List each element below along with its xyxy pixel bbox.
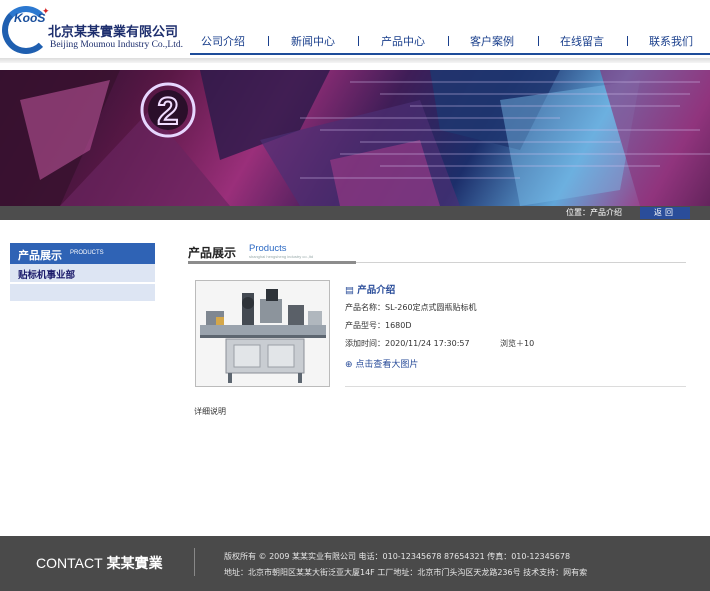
- sidebar-subtitle: PRODUCTS: [70, 250, 104, 256]
- site-header: KooS ✦ 北京某某實業有限公司 Beijing Moumou Industr…: [0, 0, 710, 63]
- sidebar-item-labeler-division[interactable]: 贴标机事业部: [10, 264, 155, 283]
- sidebar-filler: [10, 284, 155, 301]
- product-name: 产品名称：SL-260定点式圆瓶贴标机: [345, 303, 477, 312]
- footer-address: 地址：北京市朝阳区某某大街泛亚大厦14F 工厂地址：北京市门头沟区天龙路236号…: [224, 568, 588, 577]
- nav-separator: [627, 36, 628, 46]
- nav-separator: [538, 36, 539, 46]
- nav-item-contact[interactable]: 联系我们: [649, 33, 693, 49]
- footer-contact-text: CONTACT: [36, 555, 103, 571]
- product-date: 添加时间：2020/11/24 17:30:57: [345, 339, 470, 348]
- view-large-image-label: 点击查看大图片: [355, 360, 419, 370]
- site-footer: CONTACT 某某實業 版权所有 © 2009 某某实业有限公司 电话：010-…: [0, 536, 710, 591]
- sidebar-header: 产品展示 PRODUCTS: [10, 243, 155, 264]
- document-icon: ▤: [345, 285, 354, 296]
- page-title: 产品展示: [188, 246, 237, 260]
- nav-item-cases[interactable]: 客户案例: [470, 33, 514, 49]
- product-model: 产品型号：1680D: [345, 321, 412, 330]
- company-name-en: Beijing Moumou Industry Co.,Ltd.: [50, 40, 183, 50]
- footer-divider: [194, 548, 195, 576]
- company-logo[interactable]: KooS ✦ 北京某某實業有限公司 Beijing Moumou Industr…: [0, 0, 183, 60]
- nav-separator: [268, 36, 269, 46]
- detail-description-label: 详细说明: [194, 407, 226, 416]
- nav-item-products[interactable]: 产品中心: [381, 33, 425, 49]
- sidebar-title: 产品展示: [18, 249, 62, 262]
- banner-number-emblem: 2: [140, 82, 196, 138]
- header-divider: [0, 58, 710, 63]
- product-section-title-text: 产品介绍: [357, 285, 396, 296]
- page-title-en: Products: [249, 243, 287, 254]
- product-views: 浏览＋10: [500, 339, 535, 348]
- company-name-cn: 北京某某實業有限公司: [48, 25, 179, 40]
- sidebar-item-label: 贴标机事业部: [18, 270, 76, 281]
- labeling-machine-illustration: [196, 281, 329, 386]
- logo-star-icon: ✦: [42, 7, 50, 17]
- product-image[interactable]: [195, 280, 330, 387]
- footer-copyright: 版权所有 © 2009 某某实业有限公司 电话：010-12345678 876…: [224, 552, 571, 561]
- breadcrumb-bar: 位置：产品介绍 返回: [0, 206, 710, 220]
- nav-separator: [358, 36, 359, 46]
- main-nav: 公司介绍 新闻中心 产品中心 客户案例 在线留言 联系我们: [180, 33, 710, 51]
- info-divider: [345, 386, 686, 387]
- view-large-image-link[interactable]: ⊕ 点击查看大图片: [345, 357, 418, 370]
- svg-text:2: 2: [157, 91, 178, 133]
- nav-item-message[interactable]: 在线留言: [560, 33, 604, 49]
- back-button[interactable]: 返回: [640, 207, 690, 219]
- product-section-title: ▤ 产品介绍: [345, 282, 395, 296]
- nav-item-about[interactable]: 公司介绍: [201, 33, 245, 49]
- title-divider-accent: [188, 261, 356, 264]
- magnifier-plus-icon: ⊕: [345, 360, 353, 370]
- breadcrumb: 位置：产品介绍: [566, 208, 622, 217]
- sidebar: 产品展示 PRODUCTS 贴标机事业部: [10, 243, 155, 301]
- nav-item-news[interactable]: 新闻中心: [291, 33, 335, 49]
- logo-mark: KooS: [14, 11, 46, 25]
- nav-underline: [190, 53, 710, 55]
- footer-brand: 某某實業: [106, 556, 163, 572]
- nav-separator: [448, 36, 449, 46]
- footer-logo: CONTACT 某某實業: [36, 553, 163, 573]
- hero-banner: 2: [0, 70, 710, 206]
- page-title-small: shanghai hengsheng industry co.,ltd: [249, 254, 314, 259]
- banner-artwork: 2: [0, 70, 710, 206]
